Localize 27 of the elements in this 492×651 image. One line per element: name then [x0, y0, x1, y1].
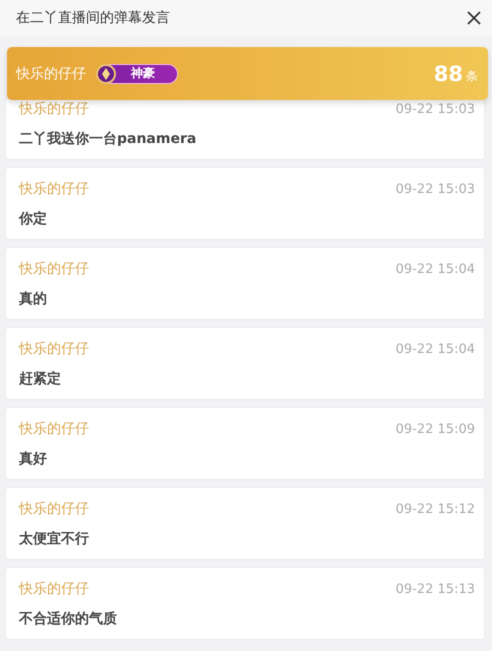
- message-text: 真好: [19, 450, 48, 468]
- message-time: 09-22 15:04: [396, 342, 475, 356]
- message-text: 真的: [19, 290, 48, 308]
- message-time: 09-22 15:13: [396, 582, 475, 596]
- user-name: 快乐的仔仔: [19, 180, 89, 198]
- user-name: 快乐的仔仔: [19, 500, 89, 518]
- message-time: 09-22 15:09: [396, 422, 475, 436]
- message-text: 不合适你的气质: [19, 610, 118, 628]
- user-name: 快乐的仔仔: [16, 64, 86, 82]
- message-text: 二丫我送你一台panamera: [19, 130, 198, 148]
- message-time: 09-22 15:03: [396, 102, 475, 116]
- close-icon[interactable]: [467, 11, 481, 25]
- user-name: 快乐的仔仔: [19, 580, 89, 598]
- message-text: 太便宜不行: [19, 530, 90, 548]
- message-time: 09-22 15:04: [396, 262, 475, 276]
- message-count: 88: [434, 62, 463, 86]
- user-name: 快乐的仔仔: [19, 100, 89, 118]
- message-text: 你定: [19, 210, 48, 228]
- user-name: 快乐的仔仔: [19, 260, 89, 278]
- message-text: 赶紧定: [19, 370, 62, 388]
- message-time: 09-22 15:03: [396, 182, 475, 196]
- rank-badge: 神豪: [98, 64, 178, 84]
- count-unit: 条: [466, 68, 478, 85]
- window-title: 在二丫直播间的弹幕发言: [16, 9, 170, 27]
- user-name: 快乐的仔仔: [19, 340, 89, 358]
- user-name: 快乐的仔仔: [19, 420, 89, 438]
- message-time: 09-22 15:12: [396, 502, 475, 516]
